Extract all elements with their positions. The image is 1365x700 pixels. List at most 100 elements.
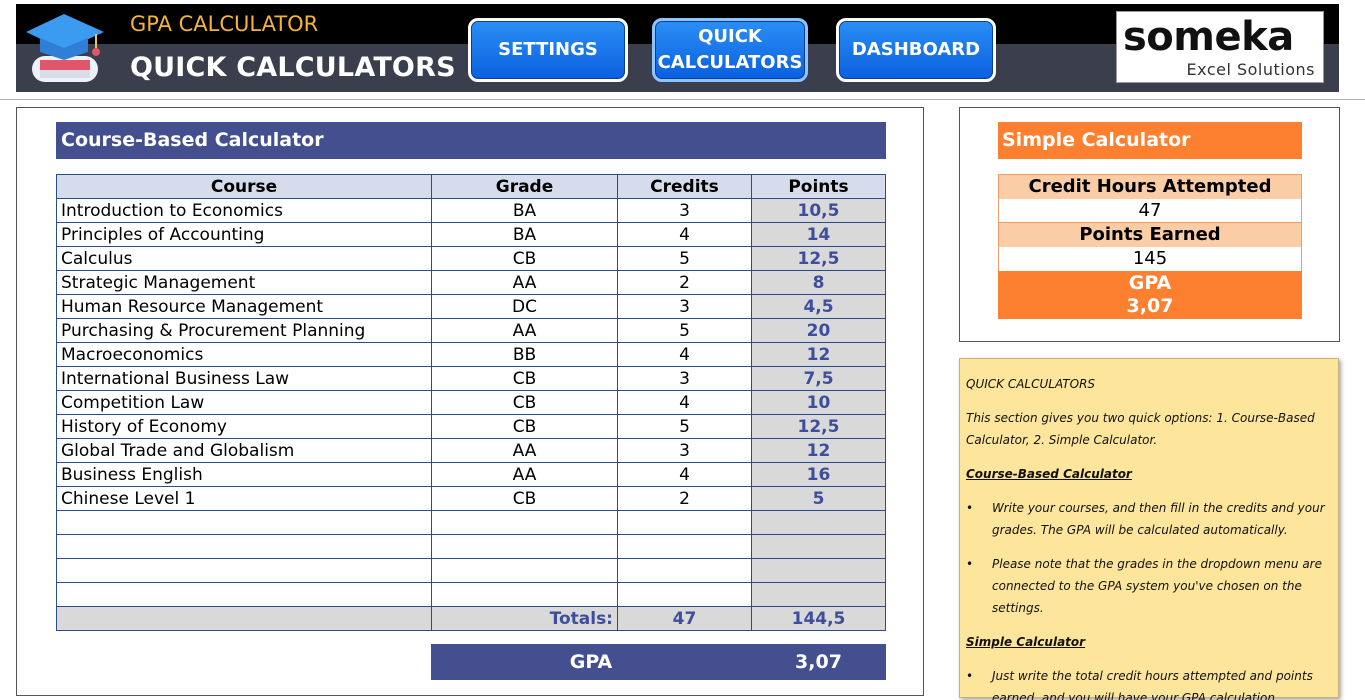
table-row: Purchasing & Procurement Planning AA 5 20 bbox=[56, 318, 886, 343]
course-table-header: Course Grade Credits Points bbox=[56, 174, 886, 199]
course-cell[interactable]: Purchasing & Procurement Planning bbox=[56, 318, 432, 343]
grade-cell[interactable]: AA bbox=[431, 462, 618, 487]
note-course-bullet-2: Please note that the grades in the dropd… bbox=[966, 553, 1330, 619]
grade-cell[interactable]: BA bbox=[431, 198, 618, 223]
points-cell: 7,5 bbox=[751, 366, 886, 391]
points-earned-label: Points Earned bbox=[999, 223, 1301, 247]
points-cell bbox=[751, 510, 886, 535]
simple-gpa-label: GPA bbox=[1128, 272, 1172, 294]
column-header-points: Points bbox=[751, 174, 886, 199]
grade-cell[interactable] bbox=[431, 534, 618, 559]
app-title: GPA CALCULATOR bbox=[130, 12, 319, 36]
course-gpa-bar: GPA 3,07 bbox=[431, 644, 886, 680]
table-row: Chinese Level 1 CB 2 5 bbox=[56, 486, 886, 511]
course-cell[interactable]: Principles of Accounting bbox=[56, 222, 432, 247]
course-cell[interactable]: Chinese Level 1 bbox=[56, 486, 432, 511]
grade-cell[interactable] bbox=[431, 558, 618, 583]
grade-cell[interactable]: BB bbox=[431, 342, 618, 367]
settings-button[interactable]: SETTINGS bbox=[468, 18, 628, 82]
grade-cell[interactable]: DC bbox=[431, 294, 618, 319]
credits-cell[interactable]: 3 bbox=[617, 198, 752, 223]
credits-cell[interactable]: 2 bbox=[617, 486, 752, 511]
note-course-heading: Course-Based Calculator bbox=[966, 467, 1132, 481]
quick-calculators-button-label: QUICK CALCULATORS bbox=[658, 24, 803, 76]
brand-logo[interactable]: someka Excel Solutions bbox=[1116, 11, 1324, 83]
course-cell[interactable] bbox=[56, 582, 432, 607]
course-calculator-title: Course-Based Calculator bbox=[56, 122, 886, 159]
credit-hours-input[interactable]: 47 bbox=[999, 199, 1301, 223]
credits-cell[interactable]: 3 bbox=[617, 438, 752, 463]
credits-cell[interactable]: 5 bbox=[617, 318, 752, 343]
credits-cell[interactable]: 5 bbox=[617, 246, 752, 271]
credits-cell[interactable] bbox=[617, 510, 752, 535]
grade-cell[interactable]: AA bbox=[431, 270, 618, 295]
grade-cell[interactable]: AA bbox=[431, 438, 618, 463]
table-row: History of Economy CB 5 12,5 bbox=[56, 414, 886, 439]
table-row: Human Resource Management DC 3 4,5 bbox=[56, 294, 886, 319]
grade-cell[interactable]: CB bbox=[431, 414, 618, 439]
points-cell: 16 bbox=[751, 462, 886, 487]
points-cell: 12 bbox=[751, 438, 886, 463]
grade-cell[interactable]: BA bbox=[431, 222, 618, 247]
note-simple-heading: Simple Calculator bbox=[966, 635, 1086, 649]
header-divider bbox=[0, 99, 1365, 100]
graduation-cap-icon bbox=[26, 14, 104, 82]
grade-cell[interactable]: CB bbox=[431, 390, 618, 415]
note-simple-bullet-1: Just write the total credit hours attemp… bbox=[966, 665, 1330, 700]
points-cell bbox=[751, 558, 886, 583]
table-row: Introduction to Economics BA 3 10,5 bbox=[56, 198, 886, 223]
credit-hours-label: Credit Hours Attempted bbox=[999, 175, 1301, 199]
grade-cell[interactable]: CB bbox=[431, 486, 618, 511]
credits-cell[interactable]: 3 bbox=[617, 366, 752, 391]
table-row: Business English AA 4 16 bbox=[56, 462, 886, 487]
course-cell[interactable] bbox=[56, 558, 432, 583]
points-cell: 20 bbox=[751, 318, 886, 343]
grade-cell[interactable] bbox=[431, 582, 618, 607]
course-cell[interactable]: Calculus bbox=[56, 246, 432, 271]
course-cell[interactable]: Introduction to Economics bbox=[56, 198, 432, 223]
course-cell[interactable]: International Business Law bbox=[56, 366, 432, 391]
settings-button-label: SETTINGS bbox=[498, 39, 598, 60]
grade-cell[interactable]: CB bbox=[431, 366, 618, 391]
course-cell[interactable] bbox=[56, 510, 432, 535]
points-cell: 8 bbox=[751, 270, 886, 295]
credits-cell[interactable] bbox=[617, 534, 752, 559]
points-earned-block: Points Earned 145 bbox=[998, 222, 1302, 272]
grade-cell[interactable]: AA bbox=[431, 318, 618, 343]
quick-label-line2: CALCULATORS bbox=[657, 52, 803, 73]
credits-cell[interactable] bbox=[617, 582, 752, 607]
grade-cell[interactable] bbox=[431, 510, 618, 535]
dashboard-button-label: DASHBOARD bbox=[851, 39, 981, 60]
course-gpa-label: GPA bbox=[569, 651, 613, 673]
table-row bbox=[56, 582, 886, 607]
course-cell[interactable]: Human Resource Management bbox=[56, 294, 432, 319]
course-cell[interactable]: Global Trade and Globalism bbox=[56, 438, 432, 463]
course-cell[interactable]: Macroeconomics bbox=[56, 342, 432, 367]
points-cell: 5 bbox=[751, 486, 886, 511]
points-earned-input[interactable]: 145 bbox=[999, 247, 1301, 271]
credits-cell[interactable]: 4 bbox=[617, 222, 752, 247]
credits-cell[interactable]: 4 bbox=[617, 390, 752, 415]
credits-cell[interactable]: 4 bbox=[617, 462, 752, 487]
course-cell[interactable]: Business English bbox=[56, 462, 432, 487]
credits-cell[interactable]: 4 bbox=[617, 342, 752, 367]
credits-cell[interactable]: 3 bbox=[617, 294, 752, 319]
course-cell[interactable]: Competition Law bbox=[56, 390, 432, 415]
course-cell[interactable]: History of Economy bbox=[56, 414, 432, 439]
credits-cell[interactable]: 5 bbox=[617, 414, 752, 439]
totals-empty-cell bbox=[56, 606, 432, 631]
info-note: QUICK CALCULATORS This section gives you… bbox=[959, 358, 1339, 700]
course-cell[interactable] bbox=[56, 534, 432, 559]
column-header-credits: Credits bbox=[617, 174, 752, 199]
totals-label: Totals: bbox=[431, 606, 618, 631]
column-header-course: Course bbox=[56, 174, 432, 199]
credits-cell[interactable] bbox=[617, 558, 752, 583]
credit-hours-block: Credit Hours Attempted 47 bbox=[998, 174, 1302, 224]
points-cell: 12 bbox=[751, 342, 886, 367]
dashboard-button[interactable]: DASHBOARD bbox=[836, 18, 996, 82]
credits-cell[interactable]: 2 bbox=[617, 270, 752, 295]
grade-cell[interactable]: CB bbox=[431, 246, 618, 271]
course-cell[interactable]: Strategic Management bbox=[56, 270, 432, 295]
quick-calculators-button[interactable]: QUICK CALCULATORS bbox=[652, 18, 808, 82]
table-row: Competition Law CB 4 10 bbox=[56, 390, 886, 415]
